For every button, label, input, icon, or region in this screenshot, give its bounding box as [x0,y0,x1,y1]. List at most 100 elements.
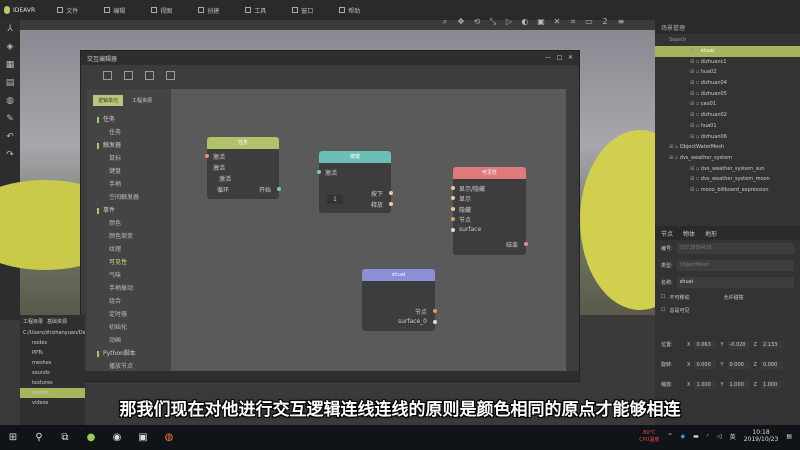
node-task[interactable]: 任务 激活 激活 激活 循环 开始 [205,137,281,199]
input-port[interactable] [205,154,209,158]
tree-item[interactable]: 气味 [87,268,171,281]
move-icon[interactable]: ✥ [456,17,466,27]
clock-time[interactable]: 10:18 [744,429,779,436]
camera-number[interactable]: 2 [600,17,610,27]
tree-item[interactable]: 纹理 [87,242,171,255]
menu-icon[interactable]: ≡ [616,17,626,27]
transform-x-input[interactable]: 0.000 [694,360,717,369]
project-folder[interactable]: PPTs [20,348,85,358]
tree-item[interactable]: 空间触发器 [87,190,171,203]
input-port[interactable] [451,196,455,200]
tree-category[interactable]: Python脚本 [87,346,171,359]
menu-file[interactable]: 文件 [57,6,78,15]
clock-date[interactable]: 2019/10/23 [744,436,779,443]
tree-item[interactable]: 颜色渐变 [87,229,171,242]
windows-start-icon[interactable]: ⊞ [0,432,26,443]
scene-item[interactable]: dvs_weather_system_sun [655,164,800,175]
ideavr-app-icon[interactable]: ● [78,432,104,443]
input-port[interactable] [451,207,455,211]
field-input[interactable]: shuai [676,276,794,288]
project-folder[interactable]: nodes [20,338,85,348]
play-icon[interactable]: ▷ [504,17,514,27]
notification-icon[interactable]: ▤ [786,433,792,440]
tree-item[interactable]: 动画 [87,333,171,346]
tree-category[interactable]: 事件 [87,203,171,216]
volume-icon[interactable]: ◁ [717,433,722,440]
checkbox[interactable]: ☐ [661,307,665,313]
wifi-icon[interactable]: ◜ [707,433,709,440]
tree-category[interactable]: 任务 [87,112,171,125]
scene-item[interactable]: hua01 [655,121,800,132]
transform-z-input[interactable]: 2.133 [760,340,783,349]
node-object-shuai[interactable]: shuai 节点 surface_0 [362,269,437,331]
tab-base-resources[interactable]: 基础资源 [47,318,67,325]
node-canvas[interactable]: 任务 激活 激活 激活 循环 开始 按键 激活 1 按下 释放 可见性 显示/隐… [171,89,566,371]
scene-item[interactable]: shuai [655,46,800,57]
tab-node[interactable]: 节点 [661,229,673,238]
scene-item[interactable]: dizhuan02 [655,110,800,121]
output-port[interactable] [389,202,393,206]
app-icon[interactable]: ▣ [130,432,156,443]
brush-icon[interactable]: ✎ [4,114,16,126]
scene-item[interactable]: dizhuan04 [655,78,800,89]
snap-icon[interactable]: ✕ [552,17,562,27]
cube-icon[interactable]: ◈ [4,42,16,54]
tree-item[interactable]: 定时器 [87,307,171,320]
transform-z-input[interactable]: 1.000 [760,380,783,389]
scale-icon[interactable]: ⤡ [488,17,498,27]
new-icon[interactable] [103,71,112,80]
output-port[interactable] [524,242,528,246]
tree-item[interactable]: 任务 [87,125,171,138]
render-icon[interactable]: ◐ [520,17,530,27]
tree-category[interactable]: 触发器 [87,138,171,151]
frame-icon[interactable]: ▣ [536,17,546,27]
menu-create[interactable]: 创建 [198,6,219,15]
tree-item[interactable]: 鼠标 [87,151,171,164]
transform-x-input[interactable]: 1.000 [694,380,717,389]
network-icon[interactable]: ◆ [680,433,685,440]
undo-icon[interactable]: ↶ [4,132,16,144]
output-port[interactable] [433,309,437,313]
tree-item[interactable]: 初始化 [87,320,171,333]
tree-item[interactable]: 手柄振动 [87,281,171,294]
output-port[interactable] [433,320,437,324]
tab-object[interactable]: 物体 [683,229,695,238]
check-label[interactable]: 允许碰撞 [724,294,744,301]
output-port[interactable] [277,187,281,191]
menu-edit[interactable]: 编辑 [104,6,125,15]
scene-item[interactable]: dizhuanc1 [655,57,800,68]
project-folder[interactable]: meshes [20,358,85,368]
checkbox[interactable]: ☐ [661,294,665,300]
output-port[interactable] [389,191,393,195]
menu-view[interactable]: 视图 [151,6,172,15]
field-input[interactable]: 1572859428 [676,242,794,254]
transform-y-input[interactable]: -0.020 [727,340,750,349]
transform-y-input[interactable]: 1.000 [727,380,750,389]
layers-icon[interactable]: ▤ [4,78,16,90]
camera-icon[interactable]: ▭ [584,17,594,27]
sphere-icon[interactable]: ◍ [4,96,16,108]
zoom-slider[interactable] [81,371,579,381]
tree-item[interactable]: 组合 [87,294,171,307]
menu-help[interactable]: 帮助 [339,6,360,15]
search-input[interactable]: Search [655,34,800,46]
scene-item[interactable]: hua02 [655,67,800,78]
menu-window[interactable]: 窗口 [292,6,313,15]
input-port[interactable] [317,170,321,174]
chat-app-icon[interactable]: ◉ [104,432,130,443]
tab-terrain[interactable]: 地形 [705,229,717,238]
node-key[interactable]: 按键 激活 1 按下 释放 [317,151,393,213]
tab-logic-units[interactable]: 逻辑单元 [93,95,124,106]
task-view-icon[interactable]: ⧉ [52,432,78,443]
open-icon[interactable] [124,71,133,80]
project-folder[interactable]: sounds [20,368,85,378]
scene-item[interactable]: mooo_billboard_expression [655,185,800,196]
field-input[interactable]: ObjectMesh [676,259,794,271]
search-icon[interactable]: ⌕ [440,17,450,27]
firefox-icon[interactable]: ◍ [156,432,182,443]
input-port[interactable] [451,228,455,232]
scene-item[interactable]: cao01 [655,99,800,110]
input-port[interactable] [451,186,455,190]
rotate-icon[interactable]: ⟲ [472,17,482,27]
chevron-up-icon[interactable]: ^ [667,433,672,440]
